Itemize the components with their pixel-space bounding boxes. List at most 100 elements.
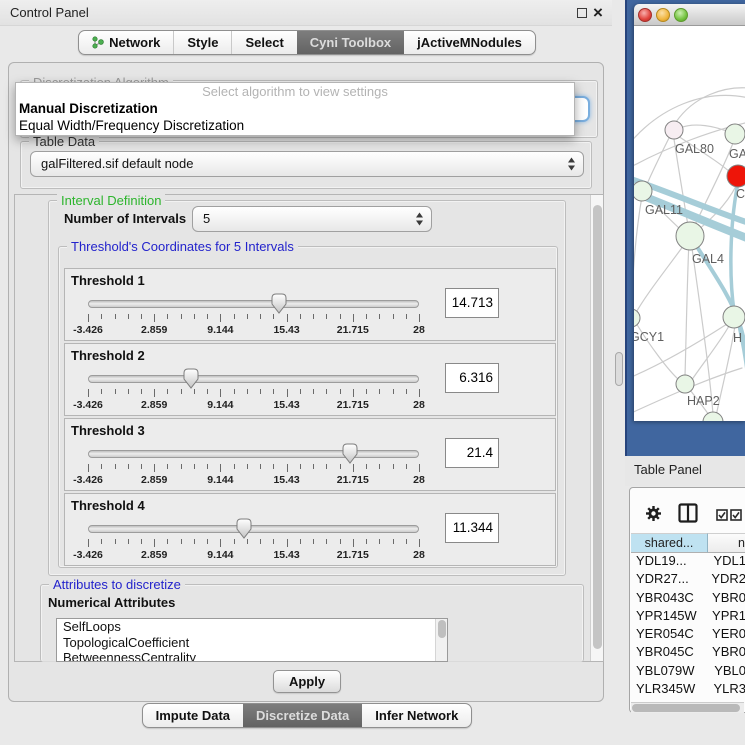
slider-tick <box>154 314 155 322</box>
tab-cyni-toolbox[interactable]: Cyni Toolbox <box>297 31 404 54</box>
slider-thumb-icon[interactable] <box>271 293 287 314</box>
slider-track[interactable] <box>88 375 419 383</box>
node-label: GAL80 <box>675 142 714 156</box>
table-row[interactable]: YBR043CYBR0 <box>631 590 745 608</box>
threshold-value-field[interactable]: 11.344 <box>445 513 499 543</box>
algorithm-option-manual-discretization[interactable]: Manual Discretization <box>16 100 574 117</box>
tab-impute-data[interactable]: Impute Data <box>143 704 243 727</box>
horizontal-scrollbar[interactable] <box>631 702 744 713</box>
slider-thumb-icon[interactable] <box>342 443 358 464</box>
threshold-value-field[interactable]: 21.4 <box>445 438 499 468</box>
tab-label: Network <box>109 31 160 54</box>
table-row[interactable]: YBL079WYBL0 <box>631 663 745 681</box>
table-row[interactable]: YLR345WYLR3 <box>631 681 745 699</box>
tab-discretize-data[interactable]: Discretize Data <box>243 704 362 727</box>
network-node-gal11[interactable] <box>634 181 652 201</box>
cell-shared-name[interactable]: YPR145W <box>631 608 705 626</box>
cell-shared-name[interactable]: YLR345W <box>631 681 706 699</box>
network-edge[interactable] <box>685 240 689 376</box>
network-node-gal4[interactable] <box>676 222 704 250</box>
network-node-c[interactable] <box>727 165 745 187</box>
network-node-h[interactable] <box>723 306 745 328</box>
table-row[interactable]: YBR045CYBR0 <box>631 644 745 662</box>
network-canvas[interactable]: GAL80GACGAL11GAL4GCY1HHAP2 <box>634 26 745 421</box>
network-icon <box>92 36 104 49</box>
slider-tick <box>220 539 221 547</box>
checkbox-icon[interactable] <box>730 509 742 521</box>
network-edge[interactable] <box>634 238 689 316</box>
cell-name[interactable]: YDR2 <box>704 571 745 589</box>
network-node[interactable] <box>703 412 723 421</box>
table-row[interactable]: YPR145WYPR1 <box>631 608 745 626</box>
slider-tick <box>141 389 142 394</box>
tab-network[interactable]: Network <box>79 31 174 54</box>
column-header-n[interactable]: n <box>708 533 745 553</box>
tab-infer-network[interactable]: Infer Network <box>362 704 471 727</box>
slider-tick <box>406 539 407 544</box>
cell-name[interactable]: YDL1 <box>706 553 745 571</box>
attributes-scrollbar-thumb[interactable] <box>438 620 446 638</box>
cell-name[interactable]: YLR3 <box>706 681 745 699</box>
cell-shared-name[interactable]: YDL19... <box>631 553 706 571</box>
slider-track[interactable] <box>88 525 419 533</box>
column-header-shared[interactable]: shared... <box>631 533 708 553</box>
numerical-attributes-list[interactable]: SelfLoopsTopologicalCoefficientBetweenne… <box>56 618 448 662</box>
cell-shared-name[interactable]: YER054C <box>631 626 705 644</box>
network-node-gcy1[interactable] <box>634 309 640 327</box>
network-edge-highlighted[interactable] <box>731 188 737 311</box>
tab-style[interactable]: Style <box>174 31 232 54</box>
table-row[interactable]: YER054CYER0 <box>631 626 745 644</box>
cell-name[interactable]: YBL0 <box>707 663 745 681</box>
checkbox-icon[interactable] <box>716 509 728 521</box>
table-data-combobox[interactable]: galFiltered.sif default node <box>30 151 584 177</box>
vertical-scrollbar-thumb[interactable] <box>593 205 602 649</box>
tab-select[interactable]: Select <box>232 31 296 54</box>
cell-name[interactable]: YBR0 <box>705 590 745 608</box>
slider-track[interactable] <box>88 300 419 308</box>
minimize-traffic-light[interactable] <box>656 8 670 22</box>
slider-thumb-icon[interactable] <box>183 368 199 389</box>
close-traffic-light[interactable] <box>638 8 652 22</box>
attributes-scrollbar[interactable] <box>435 619 447 661</box>
horizontal-scrollbar-thumb[interactable] <box>632 704 740 712</box>
algorithm-option-equal-width-frequency-discretization[interactable]: Equal Width/Frequency Discretization <box>16 117 574 134</box>
split-columns-icon[interactable] <box>678 503 698 523</box>
float-window-icon[interactable] <box>577 8 587 18</box>
slider-tick <box>300 314 301 319</box>
cell-name[interactable]: YBR0 <box>705 644 745 662</box>
apply-button[interactable]: Apply <box>273 670 341 693</box>
zoom-traffic-light[interactable] <box>674 8 688 22</box>
attribute-item-selfloops[interactable]: SelfLoops <box>57 619 447 635</box>
network-node-ga[interactable] <box>725 124 745 144</box>
attribute-item-topologicalcoefficient[interactable]: TopologicalCoefficient <box>57 635 447 651</box>
slider-track[interactable] <box>88 450 419 458</box>
close-icon[interactable]: × <box>593 3 603 23</box>
table-row[interactable]: YDL19...YDL1 <box>631 553 745 571</box>
slider-tick <box>406 464 407 469</box>
threshold-value-field[interactable]: 6.316 <box>445 363 499 393</box>
cell-name[interactable]: YPR1 <box>705 608 745 626</box>
network-node-gal80[interactable] <box>665 121 683 139</box>
threshold-panel-4: Threshold 411.344-3.4262.8599.14415.4321… <box>64 493 556 566</box>
slider-thumb-icon[interactable] <box>236 518 252 539</box>
vertical-scrollbar[interactable] <box>590 195 603 661</box>
table-row[interactable]: YDR27...YDR2 <box>631 571 745 589</box>
slider-tick <box>167 389 168 394</box>
splitpane-grip[interactable] <box>615 352 623 386</box>
algorithm-placeholder-item[interactable]: Select algorithm to view settings <box>16 83 574 100</box>
cell-shared-name[interactable]: YBL079W <box>631 663 707 681</box>
network-edge[interactable] <box>645 136 670 189</box>
threshold-value-field[interactable]: 14.713 <box>445 288 499 318</box>
slider-tick <box>247 539 248 544</box>
cell-name[interactable]: YER0 <box>705 626 745 644</box>
attribute-item-betweennesscentrality[interactable]: BetweennessCentrality <box>57 650 447 662</box>
gear-icon[interactable] <box>645 505 662 522</box>
cell-shared-name[interactable]: YBR045C <box>631 644 705 662</box>
cell-shared-name[interactable]: YBR043C <box>631 590 705 608</box>
tab-jactivemnodules[interactable]: jActiveMNodules <box>404 31 535 54</box>
cell-shared-name[interactable]: YDR27... <box>631 571 704 589</box>
network-node-hap2[interactable] <box>676 375 694 393</box>
number-of-intervals-combobox[interactable]: 5 <box>192 206 432 232</box>
network-edge[interactable] <box>634 196 642 311</box>
network-edge[interactable] <box>676 88 745 122</box>
